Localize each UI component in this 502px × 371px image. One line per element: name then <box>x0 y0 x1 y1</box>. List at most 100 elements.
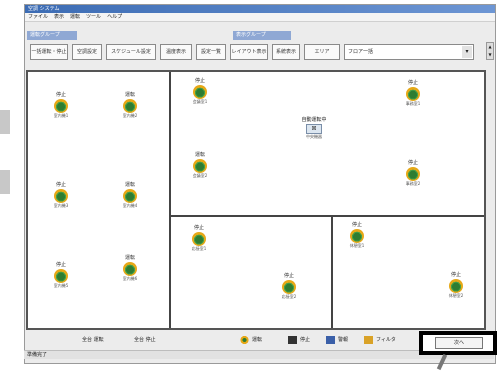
indoor-unit[interactable]: 停止 事務室2 <box>400 160 426 187</box>
floor-map: 自動運転中 ⊠ 中央機器 <box>26 70 486 330</box>
indoor-unit[interactable]: 停止 会議室1 <box>187 78 213 105</box>
filter-legend-icon <box>364 336 373 344</box>
unit-status: 停止 <box>450 272 461 278</box>
page-side-tab-2 <box>0 170 10 194</box>
unit-status: 運転 <box>124 182 135 188</box>
menu-file[interactable]: ファイル <box>28 13 48 21</box>
unit-status: 運転 <box>124 255 135 261</box>
ac-unit-icon <box>54 99 68 113</box>
controller-icon: ⊠ <box>306 124 322 134</box>
unit-name: 室内機2 <box>122 113 138 118</box>
unit-status: 停止 <box>407 160 418 166</box>
btn-settings-list[interactable]: 設定一覧 <box>196 44 226 60</box>
ac-unit-icon <box>193 85 207 99</box>
unit-name: 会議室2 <box>192 173 208 178</box>
highlight-callout: 次へ <box>419 331 497 355</box>
stopped-legend-icon <box>288 336 297 344</box>
btn-area[interactable]: エリア <box>304 44 340 60</box>
indoor-unit[interactable]: 運転 室内機4 <box>117 182 143 209</box>
unit-name: 室内機6 <box>122 276 138 281</box>
unit-name: 事務室1 <box>405 101 421 106</box>
unit-name: 室内機4 <box>122 203 138 208</box>
arrow-down-icon[interactable]: ▼ <box>487 51 493 59</box>
indoor-unit[interactable]: 停止 室内機5 <box>48 262 74 289</box>
window-title: 空調 システム <box>25 5 495 13</box>
running-legend-icon <box>240 336 249 344</box>
menu-tools[interactable]: ツール <box>86 13 101 21</box>
room-divider-v1 <box>169 72 171 328</box>
indoor-unit[interactable]: 停止 応接室1 <box>186 225 212 252</box>
menu-operation[interactable]: 運転 <box>70 13 80 21</box>
unit-name: 事務室2 <box>405 181 421 186</box>
group-header-right: 表示グループ <box>233 31 291 40</box>
btn-ac-setting[interactable]: 空調設定 <box>72 44 102 60</box>
indoor-unit[interactable]: 運転 会議室2 <box>187 152 213 179</box>
menu-view[interactable]: 表示 <box>54 13 64 21</box>
unit-status: 停止 <box>194 78 205 84</box>
indoor-unit[interactable]: 停止 室内機3 <box>48 182 74 209</box>
btn-temperature[interactable]: 温度表示 <box>160 44 192 60</box>
unit-status: 運転 <box>124 92 135 98</box>
ac-unit-icon <box>192 232 206 246</box>
room-divider-v2 <box>331 217 333 328</box>
ac-unit-icon <box>449 279 463 293</box>
menu-bar: ファイル 表示 運転 ツール ヘルプ <box>25 13 495 22</box>
indoor-unit[interactable]: 運転 室内機2 <box>117 92 143 119</box>
indoor-unit[interactable]: 停止 室内機1 <box>48 92 74 119</box>
menu-help[interactable]: ヘルプ <box>107 13 122 21</box>
indoor-unit[interactable]: 停止 事務室1 <box>400 80 426 107</box>
ac-unit-icon <box>282 280 296 294</box>
unit-status: 停止 <box>351 222 362 228</box>
btn-schedule[interactable]: スケジュール設定 <box>106 44 156 60</box>
btn-batch-run[interactable]: 一括運転・停止 <box>30 44 68 60</box>
count-on: 全台 運転 <box>82 337 104 343</box>
unit-name: 室内機3 <box>53 203 69 208</box>
arrow-up-icon[interactable]: ▲ <box>487 43 493 51</box>
unit-status: 停止 <box>55 92 66 98</box>
ac-unit-icon <box>406 87 420 101</box>
ac-unit-icon <box>193 159 207 173</box>
unit-name: 休憩室1 <box>349 243 365 248</box>
legend-filter: フィルタ <box>376 337 396 343</box>
ac-unit-icon <box>123 189 137 203</box>
indoor-unit[interactable]: 停止 休憩室1 <box>344 222 370 249</box>
ac-unit-icon <box>123 99 137 113</box>
indoor-unit[interactable]: 停止 休憩室2 <box>443 272 469 299</box>
btn-layout[interactable]: レイアウト表示 <box>230 44 268 60</box>
ac-unit-icon <box>54 189 68 203</box>
unit-name: 室内機1 <box>53 113 69 118</box>
legend-running: 運転 <box>252 337 263 343</box>
next-button[interactable]: 次へ <box>435 337 483 349</box>
legend-alarm: 警報 <box>338 337 349 343</box>
central-unit-name: 中央機器 <box>306 134 322 139</box>
unit-name: 会議室1 <box>192 99 208 104</box>
page-side-tab-1 <box>0 110 10 134</box>
unit-status: 停止 <box>55 262 66 268</box>
unit-status: 停止 <box>193 225 204 231</box>
unit-status: 停止 <box>283 273 294 279</box>
legend-stopped: 停止 <box>300 337 311 343</box>
unit-status: 停止 <box>407 80 418 86</box>
unit-name: 休憩室2 <box>448 293 464 298</box>
central-unit-status: 自動運転中 <box>301 117 327 123</box>
unit-name: 応接室1 <box>191 246 207 251</box>
indoor-unit[interactable]: 停止 応接室2 <box>276 273 302 300</box>
ac-unit-icon <box>54 269 68 283</box>
central-unit[interactable]: 自動運転中 ⊠ 中央機器 <box>300 117 328 140</box>
unit-status: 運転 <box>194 152 205 158</box>
btn-system[interactable]: 系統表示 <box>272 44 300 60</box>
floor-select[interactable]: フロア一括 ▾ <box>344 44 474 60</box>
ac-unit-icon <box>123 262 137 276</box>
alarm-legend-icon <box>326 336 335 344</box>
indoor-unit[interactable]: 運転 室内機6 <box>117 255 143 282</box>
unit-name: 室内機5 <box>53 283 69 288</box>
floor-select-value: フロア一括 <box>348 49 374 55</box>
ac-unit-icon <box>406 167 420 181</box>
room-divider-h <box>171 215 484 217</box>
ac-unit-icon <box>350 229 364 243</box>
count-off: 全台 停止 <box>134 337 156 343</box>
group-header-left: 運転グループ <box>27 31 77 40</box>
unit-status: 停止 <box>55 182 66 188</box>
toolbar-scroll[interactable]: ▲ ▼ <box>486 42 494 60</box>
chevron-down-icon[interactable]: ▾ <box>462 46 472 58</box>
